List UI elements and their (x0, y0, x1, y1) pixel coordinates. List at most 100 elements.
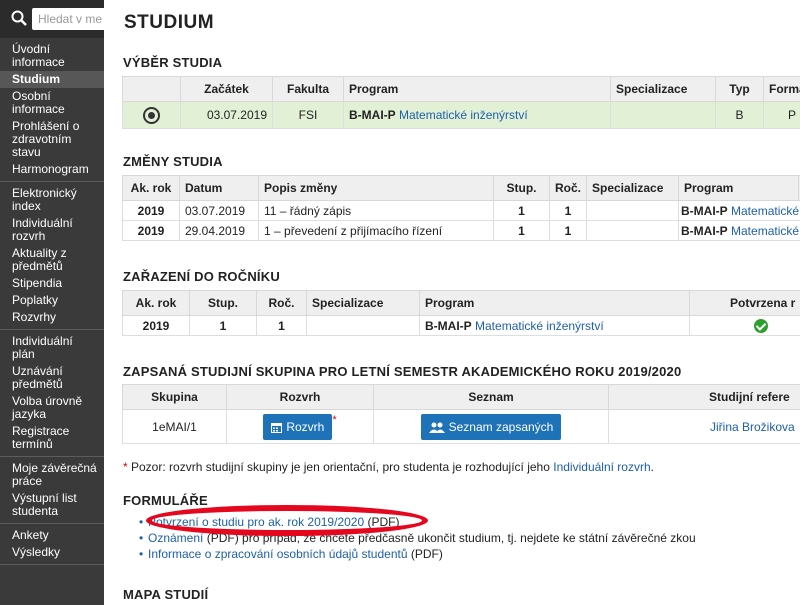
list-item: Informace o zpracování osobních údajů st… (139, 546, 696, 562)
sidebar-item[interactable]: Registrace termínů (0, 423, 104, 453)
table-row: 2019 29.04.2019 1 – převedení z přijímac… (122, 220, 800, 241)
col-header: Rozvrh (226, 384, 374, 410)
seznam-zapsanych-button[interactable]: Seznam zapsaných (420, 413, 562, 440)
file-type: (PDF) (407, 547, 443, 561)
note-text: Pozor: rozvrh studijní skupiny je jen or… (127, 460, 554, 474)
sidebar-group: Moje závěrečná práce Výstupní list studen… (0, 457, 104, 524)
col-header: Stup. (189, 290, 257, 316)
col-header: Program (678, 175, 799, 201)
confirmed-check-icon (754, 318, 768, 333)
sidebar-item[interactable]: Aktuality z předmětů (0, 245, 104, 275)
program-code: B-MAI-P (681, 223, 728, 238)
col-header: Specializace (306, 290, 420, 316)
program-link[interactable]: Matematické inž (731, 204, 800, 218)
sidebar-item[interactable]: Úvodní informace (0, 41, 104, 71)
col-header: Stup. (493, 175, 550, 201)
cell: 29.04.2019 (179, 220, 259, 241)
main-content: STUDIUM VÝBĚR STUDIA Začátek Fakulta Pro… (104, 0, 800, 605)
search-icon[interactable] (11, 10, 27, 26)
oznameni-link[interactable]: Oznámení (148, 531, 203, 545)
users-icon (428, 422, 445, 433)
sidebar-item[interactable]: Uznávání předmětů (0, 363, 104, 393)
referent-link[interactable]: Jiřina Brožikova (710, 420, 795, 434)
rozvrh-button[interactable]: Rozvrh (263, 413, 333, 440)
sidebar-item[interactable]: Poplatky (0, 292, 104, 309)
program-link[interactable]: Matematické inženýrství (475, 319, 604, 333)
sidebar-group: Elektronický index Individuální rozvrh Akt… (0, 182, 104, 330)
table-row: 2019 03.07.2019 11 – řádný zápis 1 1 B-M… (122, 200, 800, 221)
col-header: Program (343, 76, 611, 102)
individualni-rozvrh-link[interactable]: Individuální rozvrh (553, 460, 650, 474)
sidebar-item[interactable]: Výstupní list studenta (0, 490, 104, 520)
seznam-button-label: Seznam zapsaných (448, 419, 554, 434)
highlight-ellipse-annotation (146, 505, 428, 536)
search-input[interactable]: Hledat v me (32, 8, 104, 30)
section-title-skupina: ZAPSANÁ STUDIJNÍ SKUPINA PRO LETNÍ SEMES… (123, 364, 682, 379)
sidebar: Hledat v me Úvodní informace Studium Osobn… (0, 0, 104, 605)
sidebar-item[interactable]: Stipendia (0, 275, 104, 292)
cell: 1 (493, 220, 550, 241)
col-header: Program (419, 290, 690, 316)
cell: 2019 (122, 200, 180, 221)
sidebar-group: Ankety Výsledky (0, 524, 104, 565)
col-header: Forma (763, 76, 800, 102)
col-header: Ak. rok (122, 175, 180, 201)
cell: B (715, 101, 764, 129)
section-title-zarazeni: ZAŘAZENÍ DO ROČNÍKU (123, 269, 280, 284)
study-radio-selected[interactable] (143, 106, 160, 124)
sidebar-item[interactable]: Moje závěrečná práce (0, 460, 104, 490)
col-header: Skupina (122, 384, 227, 410)
sidebar-item[interactable]: Individuální plán (0, 333, 104, 363)
program-link[interactable]: Matematické inženýrství (399, 108, 528, 122)
cell: FSI (272, 101, 344, 129)
schedule-note: * Pozor: rozvrh studijní skupiny je jen … (123, 460, 654, 474)
section-title-zmeny: ZMĚNY STUDIA (123, 154, 223, 169)
program-code: B-MAI-P (349, 108, 396, 122)
sidebar-item[interactable]: Studium (0, 71, 104, 88)
table-row: 1eMAI/1 Rozvrh * Seznam zapsaných Jiřina … (122, 409, 800, 444)
sidebar-item[interactable]: Individuální rozvrh (0, 215, 104, 245)
program-code: B-MAI-P (425, 318, 472, 333)
col-header: Specializace (610, 76, 716, 102)
zarazeni-table: Ak. rok Stup. Roč. Specializace Program … (122, 290, 800, 336)
sidebar-item[interactable]: Osobní informace (0, 88, 104, 118)
cell (306, 315, 420, 336)
cell: 1 (256, 315, 307, 336)
cell (610, 101, 716, 129)
sidebar-item[interactable]: Prohlášení o zdravotním stavu (0, 118, 104, 161)
sidebar-item[interactable]: Harmonogram (0, 161, 104, 178)
vyber-table: Začátek Fakulta Program Specializace Typ… (122, 76, 800, 129)
cell (586, 200, 679, 221)
sidebar-group: Individuální plán Uznávání předmětů Volba … (0, 330, 104, 457)
col-header: Fakulta (272, 76, 344, 102)
col-header: Specializace (586, 175, 679, 201)
section-title-vyber: VÝBĚR STUDIA (123, 55, 223, 70)
sidebar-menu: Úvodní informace Studium Osobní informace P… (0, 38, 104, 565)
cell: 2019 (122, 220, 180, 241)
program-code: B-MAI-P (681, 203, 728, 218)
col-header (122, 76, 181, 102)
calendar-icon (271, 422, 283, 433)
sidebar-item[interactable]: Ankety (0, 527, 104, 544)
table-row: 2019 1 1 B-MAI-P Matematické inženýrství (122, 315, 800, 336)
gdpr-info-link[interactable]: Informace o zpracování osobních údajů st… (148, 547, 408, 561)
program-link[interactable]: Matematické inž (731, 224, 800, 238)
cell: 1 (189, 315, 257, 336)
sidebar-item[interactable]: Výsledky (0, 544, 104, 561)
sidebar-item[interactable]: Rozvrhy (0, 309, 104, 326)
cell: 1 (549, 220, 587, 241)
section-title-mapa: MAPA STUDIÍ (123, 587, 209, 602)
sidebar-item[interactable]: Elektronický index (0, 185, 104, 215)
cell: 1 – převedení z přijímacího řízení (258, 220, 494, 241)
col-header: Seznam (373, 384, 609, 410)
search-box: Hledat v me (0, 0, 104, 38)
col-header: Začátek (180, 76, 273, 102)
cell: 03.07.2019 (179, 200, 259, 221)
table-row[interactable]: 03.07.2019 FSI B-MAI-P Matematické inžen… (122, 101, 800, 129)
page-title: STUDIUM (124, 12, 215, 33)
cell: 1eMAI/1 (122, 409, 227, 444)
col-header: Ak. rok (122, 290, 190, 316)
sidebar-item[interactable]: Volba úrovně jazyka (0, 393, 104, 423)
col-header: Typ (715, 76, 764, 102)
asterisk: * (332, 413, 337, 426)
